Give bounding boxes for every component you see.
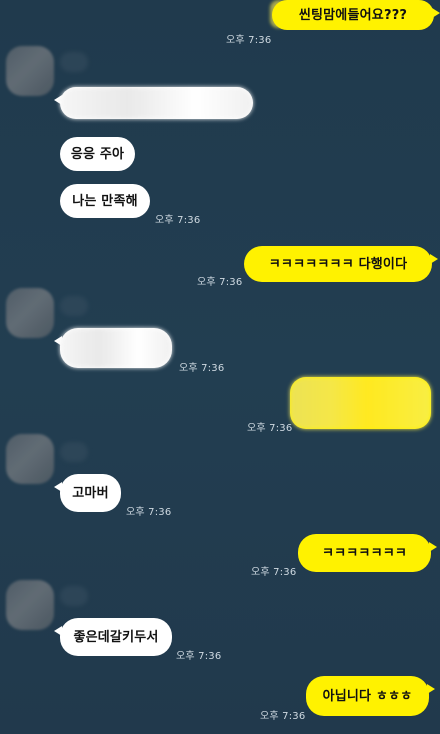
message-text: 좋은데갈키두서	[73, 629, 159, 645]
outgoing-message-redacted-3[interactable]	[290, 377, 431, 429]
incoming-message-5[interactable]: 좋은데갈키두서	[54, 618, 172, 656]
blurred-name	[60, 442, 88, 462]
message-text: 아닙니다 ㅎㅎㅎ	[322, 688, 413, 704]
timestamp-7: 오후 7:36	[251, 567, 297, 578]
incoming-message-3[interactable]: 나는 만족해	[60, 184, 150, 218]
message-text: 나는 만족해	[72, 193, 138, 209]
avatar	[6, 580, 54, 630]
incoming-message-4[interactable]: 고마버	[54, 474, 121, 512]
blurred-name	[60, 296, 88, 316]
blurred-message-content	[60, 328, 172, 368]
message-text: 고마버	[72, 485, 109, 501]
timestamp-4: 오후 7:36	[179, 363, 225, 374]
timestamp-1: 오후 7:36	[226, 35, 272, 46]
outgoing-message-2[interactable]: ㅋㅋㅋㅋㅋㅋㅋ 다행이다	[244, 246, 438, 282]
outgoing-message-4[interactable]: ㅋㅋㅋㅋㅋㅋㅋ	[298, 534, 437, 572]
blurred-message-content	[60, 87, 253, 119]
chat-screen: 씬팅맘에들어요??? 오후 7:36 응응 주아 나는 만족해 오후 7:36 …	[0, 0, 440, 734]
message-text: ㅋㅋㅋㅋㅋㅋㅋ	[321, 545, 408, 561]
message-text: 응응 주아	[70, 146, 125, 162]
timestamp-9: 오후 7:36	[260, 711, 306, 722]
avatar	[6, 288, 54, 338]
avatar	[6, 434, 54, 484]
timestamp-8: 오후 7:36	[176, 651, 222, 662]
outgoing-message-1[interactable]: 씬팅맘에들어요???	[272, 0, 440, 30]
timestamp-3: 오후 7:36	[197, 277, 243, 288]
outgoing-message-5[interactable]: 아닙니다 ㅎㅎㅎ	[306, 676, 435, 716]
timestamp-5: 오후 7:36	[247, 423, 293, 434]
message-text: 씬팅맘에들어요???	[298, 7, 408, 23]
blurred-name	[60, 586, 88, 606]
message-text: ㅋㅋㅋㅋㅋㅋㅋ 다행이다	[268, 256, 408, 272]
incoming-message-2[interactable]: 응응 주아	[60, 137, 135, 171]
blurred-message-content	[290, 377, 431, 429]
avatar	[6, 46, 54, 96]
blurred-name	[60, 52, 88, 72]
incoming-message-redacted-1[interactable]	[54, 87, 253, 119]
timestamp-2: 오후 7:36	[155, 215, 201, 226]
incoming-message-redacted-2[interactable]	[54, 328, 172, 368]
timestamp-6: 오후 7:36	[126, 507, 172, 518]
